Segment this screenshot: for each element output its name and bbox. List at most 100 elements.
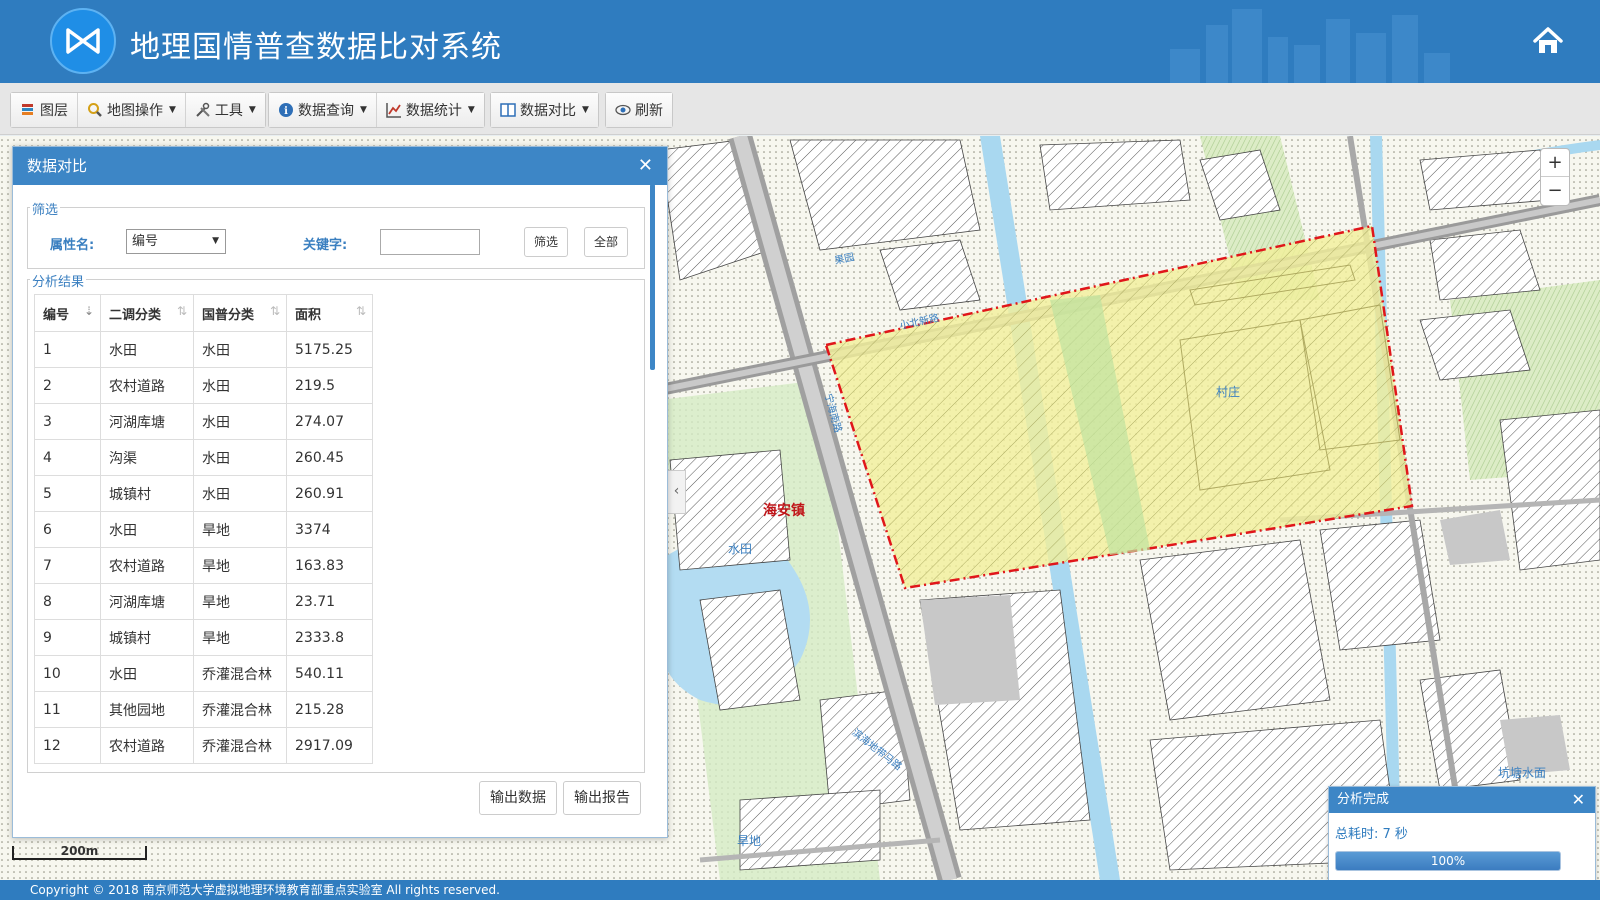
zoom-in-button[interactable]: + — [1541, 149, 1569, 177]
table-row[interactable]: 5 城镇村 水田 260.91 — [34, 475, 373, 512]
layers-label: 图层 — [40, 103, 68, 119]
svg-text:i: i — [284, 106, 288, 117]
data-compare-label: 数据对比 — [520, 103, 576, 119]
table-cell: 水田 — [100, 331, 194, 368]
map-label-village: 村庄 — [1216, 384, 1240, 399]
table-cell: 3 — [34, 403, 101, 440]
table-cell: 23.71 — [286, 583, 373, 620]
magnifier-icon — [88, 103, 102, 117]
table-cell: 其他园地 — [100, 691, 194, 728]
results-table-body: 1 水田 水田 5175.25 2 农村道路 水田 219.5 3 河湖库塘 水田 274.07 4 沟渠… — [34, 331, 373, 764]
zoom-control: + − — [1540, 148, 1570, 206]
analysis-title: 分析完成 — [1337, 792, 1390, 807]
tools-label: 工具 — [214, 103, 243, 119]
table-cell: 乔灌混合林 — [193, 691, 287, 728]
refresh-label: 刷新 — [635, 103, 663, 119]
table-cell: 水田 — [100, 655, 194, 692]
sort-icon: ⇅ — [355, 303, 366, 318]
table-row[interactable]: 8 河湖库塘 旱地 23.71 — [34, 583, 373, 620]
footer: Copyright © 2018 南京师范大学虚拟地理环境教育部重点实验室 Al… — [0, 880, 1600, 900]
keyword-input[interactable] — [380, 229, 480, 255]
close-icon[interactable]: ✕ — [1572, 787, 1585, 813]
toolbar-group-main: 图层 地图操作 ▼ 工具 ▼ — [10, 92, 266, 128]
data-query-button[interactable]: i 数据查询 ▼ — [269, 93, 377, 127]
attribute-select[interactable]: 编号 ▼ — [126, 229, 226, 254]
table-row[interactable]: 2 农村道路 水田 219.5 — [34, 367, 373, 404]
chart-icon — [386, 103, 401, 118]
export-data-button[interactable]: 输出数据 — [479, 781, 557, 815]
analysis-complete-popup: 分析完成 ✕ 总耗时: 7 秒 100% — [1328, 786, 1596, 882]
home-button[interactable] — [1532, 26, 1564, 56]
table-cell: 215.28 — [286, 691, 373, 728]
toolbar-group-data: i 数据查询 ▼ 数据统计 ▼ — [268, 92, 485, 128]
panel-scrollbar[interactable] — [650, 184, 655, 370]
chevron-down-icon: ▼ — [248, 105, 256, 115]
table-cell: 水田 — [193, 403, 287, 440]
column-header-area[interactable]: 面积 ⇅ — [286, 294, 373, 332]
table-row[interactable]: 12 农村道路 乔灌混合林 2917.09 — [34, 727, 373, 764]
table-cell: 农村道路 — [100, 727, 194, 764]
export-report-button[interactable]: 输出报告 — [563, 781, 641, 815]
data-statistics-button[interactable]: 数据统计 ▼ — [376, 93, 484, 127]
table-cell: 1 — [34, 331, 101, 368]
attribute-label: 属性名: — [50, 238, 95, 253]
refresh-button[interactable]: 刷新 — [606, 93, 672, 127]
panel-collapse-button[interactable]: ‹ — [668, 470, 686, 514]
layers-icon — [22, 104, 33, 115]
show-all-button[interactable]: 全部 — [584, 227, 628, 257]
filter-legend: 筛选 — [30, 199, 61, 218]
table-row[interactable]: 7 农村道路 旱地 163.83 — [34, 547, 373, 584]
toolbar: 图层 地图操作 ▼ 工具 ▼ i 数据查询 ▼ 数据统计 ▼ 数据对比 ▼ 刷新 — [0, 83, 1600, 135]
bowtie-logo-icon — [50, 8, 116, 74]
table-cell: 旱地 — [193, 511, 287, 548]
table-cell: 城镇村 — [100, 475, 194, 512]
map-operation-button[interactable]: 地图操作 ▼ — [78, 93, 186, 127]
table-cell: 163.83 — [286, 547, 373, 584]
table-cell: 4 — [34, 439, 101, 476]
attribute-select-value: 编号 — [132, 234, 159, 249]
table-row[interactable]: 3 河湖库塘 水田 274.07 — [34, 403, 373, 440]
zoom-out-button[interactable]: − — [1541, 177, 1569, 205]
map-label-dryland: 旱地 — [737, 834, 761, 848]
results-scroll-area[interactable]: 编号 ⇣ 二调分类 ⇅ 国普分类 ⇅ 面积 ⇅ 1 水田 水田 5175.25 2 农村道路 水田 2… — [30, 294, 646, 771]
data-query-label: 数据查询 — [298, 103, 354, 119]
map-label-town: 海安镇 — [763, 502, 805, 519]
table-cell: 旱地 — [193, 583, 287, 620]
toolbar-group-refresh: 刷新 — [605, 92, 673, 128]
table-row[interactable]: 4 沟渠 水田 260.45 — [34, 439, 373, 476]
table-cell: 2 — [34, 367, 101, 404]
data-compare-button[interactable]: 数据对比 ▼ — [491, 93, 598, 127]
layers-button[interactable]: 图层 — [11, 93, 78, 127]
compare-icon — [500, 103, 516, 117]
table-cell: 农村道路 — [100, 367, 194, 404]
table-cell: 河湖库塘 — [100, 403, 194, 440]
app-header: 地理国情普查数据比对系统 — [0, 0, 1600, 83]
sort-icon: ⇅ — [176, 303, 187, 318]
column-header-id[interactable]: 编号 ⇣ — [34, 294, 101, 332]
analysis-header: 分析完成 ✕ — [1329, 787, 1595, 813]
info-icon: i — [279, 103, 293, 117]
table-row[interactable]: 6 水田 旱地 3374 — [34, 511, 373, 548]
table-cell: 260.45 — [286, 439, 373, 476]
keyword-label: 关键字: — [303, 238, 348, 253]
filter-button[interactable]: 筛选 — [524, 227, 568, 257]
progress-bar: 100% — [1335, 851, 1561, 871]
table-row[interactable]: 11 其他园地 乔灌混合林 215.28 — [34, 691, 373, 728]
tools-button[interactable]: 工具 ▼ — [185, 93, 265, 127]
close-icon[interactable]: ✕ — [638, 147, 653, 185]
table-cell: 5175.25 — [286, 331, 373, 368]
table-cell: 水田 — [193, 439, 287, 476]
data-statistics-label: 数据统计 — [405, 103, 462, 119]
map-label-paddy: 水田 — [728, 542, 752, 556]
column-header-survey2[interactable]: 二调分类 ⇅ — [100, 294, 194, 332]
progress-text: 100% — [1430, 854, 1466, 868]
column-header-national[interactable]: 国普分类 ⇅ — [193, 294, 287, 332]
table-cell: 水田 — [193, 367, 287, 404]
table-row[interactable]: 1 水田 水田 5175.25 — [34, 331, 373, 368]
table-row[interactable]: 10 水田 乔灌混合林 540.11 — [34, 655, 373, 692]
table-cell: 农村道路 — [100, 547, 194, 584]
table-row[interactable]: 9 城镇村 旱地 2333.8 — [34, 619, 373, 656]
table-cell: 6 — [34, 511, 101, 548]
home-icon — [1533, 27, 1563, 53]
table-cell: 219.5 — [286, 367, 373, 404]
